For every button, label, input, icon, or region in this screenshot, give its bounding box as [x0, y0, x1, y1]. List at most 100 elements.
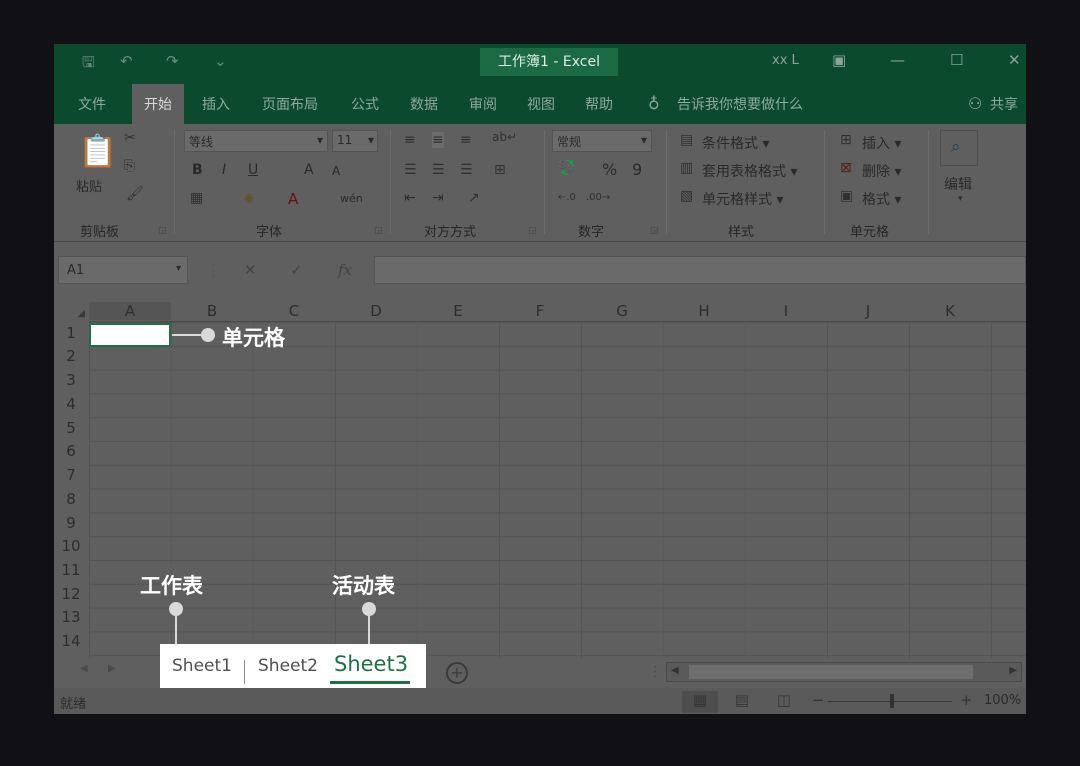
find-select-box[interactable]: ⌕ — [940, 130, 978, 166]
confirm-entry-icon[interactable]: ✓ — [290, 261, 303, 279]
page-layout-view-icon[interactable]: ▤ — [724, 691, 760, 713]
borders-icon[interactable]: ▦ — [190, 190, 203, 206]
column-header-a[interactable]: A — [89, 302, 171, 320]
save-icon[interactable]: 🖫 — [82, 52, 95, 77]
editing-button[interactable]: 编辑 — [944, 174, 972, 194]
cell-styles-button[interactable]: 单元格样式 ▾ — [702, 189, 783, 209]
column-header-i[interactable]: I — [745, 302, 827, 320]
wrap-text-icon[interactable]: ab↵ — [492, 130, 517, 144]
tab-review[interactable]: 审阅 — [469, 94, 497, 114]
sheet-tab-3-active[interactable]: Sheet3 — [334, 652, 408, 676]
customize-quick-access-icon[interactable]: ⌄ — [214, 52, 227, 70]
name-box[interactable]: A1 ▾ — [58, 256, 188, 284]
delete-cells-button[interactable]: 删除 ▾ — [862, 161, 901, 181]
align-left-icon[interactable]: ☰ — [404, 162, 417, 178]
row-header-6[interactable]: 6 — [54, 442, 88, 460]
zoom-in-icon[interactable]: + — [960, 691, 973, 709]
prev-sheet-icon[interactable]: ◀ — [80, 663, 88, 674]
next-sheet-icon[interactable]: ▶ — [108, 663, 116, 674]
increase-decimal-icon[interactable]: ←.0 — [558, 192, 576, 203]
align-middle-icon[interactable]: ≡ — [432, 132, 444, 148]
column-header-e[interactable]: E — [417, 302, 499, 320]
tab-insert[interactable]: 插入 — [202, 94, 230, 114]
alignment-launcher-icon[interactable]: ◲ — [528, 226, 537, 236]
normal-view-icon[interactable]: ▦ — [682, 691, 718, 713]
tell-me-search[interactable]: 告诉我你想要做什么 — [677, 94, 803, 114]
clipboard-launcher-icon[interactable]: ◲ — [158, 226, 167, 236]
column-header-f[interactable]: F — [499, 302, 581, 320]
align-right-icon[interactable]: ☰ — [460, 162, 473, 178]
maximize-icon[interactable]: ☐ — [950, 51, 963, 69]
percent-button[interactable]: % — [602, 160, 617, 179]
sheet-tab-1[interactable]: Sheet1 — [172, 656, 232, 676]
column-header-d[interactable]: D — [335, 302, 417, 320]
format-painter-icon[interactable]: 🖌 — [126, 186, 144, 202]
row-header-11[interactable]: 11 — [54, 561, 88, 579]
align-center-icon[interactable]: ☰ — [432, 162, 445, 178]
phonetic-button[interactable]: wén — [340, 192, 363, 205]
column-header-c[interactable]: C — [253, 302, 335, 320]
tab-home[interactable]: 开始 — [132, 84, 184, 124]
user-name[interactable]: xx L — [772, 53, 799, 68]
comma-button[interactable]: 9 — [632, 160, 642, 179]
sheet-tab-2[interactable]: Sheet2 — [258, 656, 318, 676]
insert-cells-button[interactable]: 插入 ▾ — [862, 133, 901, 153]
grow-font-button[interactable]: A — [304, 162, 314, 178]
row-header-7[interactable]: 7 — [54, 466, 88, 484]
tab-help[interactable]: 帮助 — [585, 94, 613, 114]
underline-button[interactable]: U — [248, 162, 258, 178]
increase-indent-icon[interactable]: ⇥ — [432, 190, 444, 206]
page-break-preview-icon[interactable]: ◫ — [766, 691, 802, 713]
merge-center-icon[interactable]: ⊞ — [494, 162, 506, 178]
currency-icon[interactable]: 💱 — [558, 160, 575, 176]
shrink-font-button[interactable]: A — [332, 164, 340, 178]
orientation-icon[interactable]: ↗ — [468, 190, 480, 206]
format-as-table-button[interactable]: 套用表格格式 ▾ — [702, 161, 797, 181]
undo-icon[interactable]: ↶ — [120, 52, 133, 70]
cut-icon[interactable]: ✂ — [124, 130, 136, 146]
tab-file[interactable]: 文件 — [78, 94, 106, 114]
row-header-4[interactable]: 4 — [54, 395, 88, 413]
number-launcher-icon[interactable]: ◲ — [650, 226, 659, 236]
bold-button[interactable]: B — [192, 162, 203, 178]
font-launcher-icon[interactable]: ◲ — [374, 226, 383, 236]
horizontal-scrollbar[interactable]: ◀ ▶ — [666, 662, 1022, 682]
zoom-out-icon[interactable]: − — [812, 691, 825, 709]
row-header-9[interactable]: 9 — [54, 514, 88, 532]
row-header-5[interactable]: 5 — [54, 419, 88, 437]
share-button[interactable]: 共享 — [990, 94, 1018, 114]
cancel-entry-icon[interactable]: ✕ — [244, 261, 257, 279]
close-icon[interactable]: ✕ — [1008, 51, 1021, 69]
column-header-k[interactable]: K — [909, 302, 991, 320]
scroll-thumb[interactable] — [689, 665, 973, 679]
tab-split-handle-icon[interactable]: ⋮ — [648, 664, 662, 680]
new-sheet-plus-icon[interactable]: + — [446, 662, 468, 684]
paste-button[interactable]: 粘贴 — [76, 176, 102, 195]
tab-view[interactable]: 视图 — [527, 94, 555, 114]
minimize-icon[interactable]: — — [890, 51, 905, 69]
paste-icon[interactable]: 📋 — [78, 132, 118, 170]
row-header-12[interactable]: 12 — [54, 585, 88, 603]
worksheet-grid[interactable]: ◢ A B C D E F G H I J K 1 2 3 4 5 6 7 8 … — [54, 300, 1026, 658]
redo-icon[interactable]: ↷ — [166, 52, 179, 70]
decrease-indent-icon[interactable]: ⇤ — [404, 190, 416, 206]
insert-function-icon[interactable]: fx — [338, 261, 352, 279]
row-header-3[interactable]: 3 — [54, 371, 88, 389]
column-header-b[interactable]: B — [171, 302, 253, 320]
font-size-select[interactable]: 11 ▾ — [332, 130, 378, 152]
column-header-j[interactable]: J — [827, 302, 909, 320]
tab-page-layout[interactable]: 页面布局 — [262, 94, 318, 114]
tab-formulas[interactable]: 公式 — [351, 94, 379, 114]
editing-chevron-down-icon[interactable]: ▾ — [958, 194, 963, 204]
column-header-g[interactable]: G — [581, 302, 663, 320]
row-header-13[interactable]: 13 — [54, 608, 88, 626]
number-format-select[interactable]: 常规 ▾ — [552, 130, 652, 152]
scroll-right-icon[interactable]: ▶ — [1009, 665, 1017, 676]
decrease-decimal-icon[interactable]: .00→ — [586, 192, 610, 203]
row-header-10[interactable]: 10 — [54, 537, 88, 555]
font-color-button[interactable]: A — [288, 190, 298, 208]
formula-input[interactable] — [374, 256, 1026, 284]
formula-bar-splitter-icon[interactable]: ⋮ — [206, 261, 221, 279]
active-cell-a1[interactable] — [89, 323, 171, 347]
align-top-icon[interactable]: ≡ — [404, 132, 416, 148]
